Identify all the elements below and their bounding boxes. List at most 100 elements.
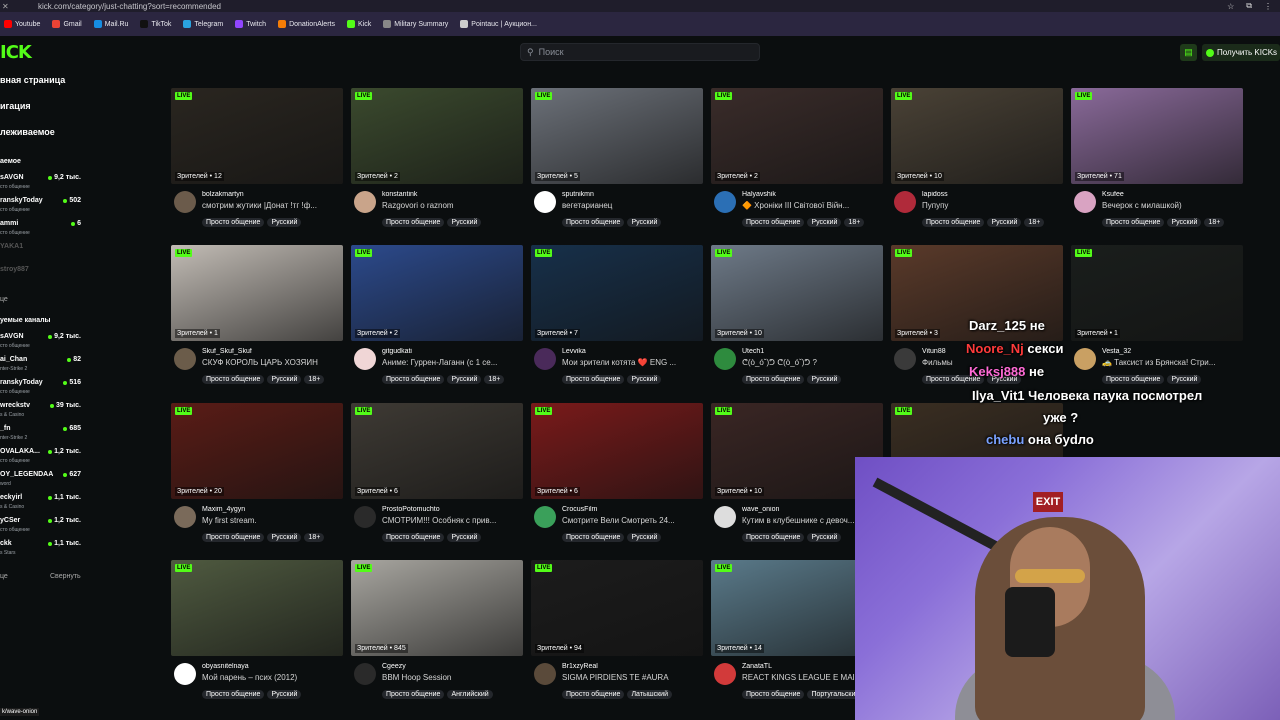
stream-card[interactable]: LIVE Зрителей • 6 CrocusFilm Смотрите Вели …: [531, 403, 703, 553]
avatar[interactable]: [534, 663, 556, 685]
avatar[interactable]: [534, 348, 556, 370]
stream-title[interactable]: My first stream.: [202, 516, 342, 525]
tag-pill[interactable]: Просто общение: [562, 690, 625, 699]
stream-card[interactable]: LIVE Зрителей • 5 sputnikmn вегетарианец Про…: [531, 88, 703, 238]
channel-name[interactable]: Halyavshik: [742, 191, 882, 198]
stream-card[interactable]: LIVE Зрителей • 71 Ksufee Вечерок с милашко…: [1071, 88, 1243, 238]
tag-pill[interactable]: Просто общение: [742, 218, 805, 227]
stream-card[interactable]: LIVE Зрителей • 6 ProstoPotomuchto СМОТРИМ!…: [351, 403, 523, 553]
search-input[interactable]: ⚲ Поиск: [520, 43, 760, 61]
tag-pill[interactable]: Русский: [267, 690, 302, 699]
bookmark-star-icon[interactable]: ☆: [1227, 2, 1234, 11]
avatar[interactable]: [714, 348, 736, 370]
stream-card[interactable]: LIVE Зрителей • 10 lapidoss Пупупу Просто об…: [891, 88, 1063, 238]
tag-pill[interactable]: Русский: [627, 218, 662, 227]
stream-title[interactable]: BBM Hoop Session: [382, 673, 522, 682]
tag-pill[interactable]: Русский: [1167, 375, 1202, 384]
tag-pill[interactable]: 18+: [1024, 218, 1045, 227]
tag-pill[interactable]: Просто общение: [742, 690, 805, 699]
bookmark-item[interactable]: TikTok: [140, 20, 171, 28]
sidebar-channel[interactable]: eckyirl s & Casino 1,1 тыс.: [0, 494, 84, 514]
bookmark-item[interactable]: Pointauc | Аукцион...: [460, 20, 537, 28]
tag-pill[interactable]: Латышский: [627, 690, 673, 699]
stream-thumbnail[interactable]: LIVE Зрителей • 10: [891, 88, 1063, 184]
avatar[interactable]: [714, 191, 736, 213]
channel-name[interactable]: Br1xzyReal: [562, 663, 702, 670]
tag-pill[interactable]: Русский: [267, 533, 302, 542]
tag-pill[interactable]: Русский: [627, 375, 662, 384]
stream-title[interactable]: СКУФ КОРОЛЬ ЦАРЬ ХОЗЯИН: [202, 358, 342, 367]
wallet-button[interactable]: ▤: [1180, 44, 1197, 61]
tag-pill[interactable]: 18+: [484, 375, 505, 384]
sidebar-channel[interactable]: _fn nter-Strike 2 685: [0, 425, 84, 445]
stream-card[interactable]: LIVE Зрителей • 2 gitgudkati Аниме: Гуррен-…: [351, 245, 523, 395]
tag-pill[interactable]: Русский: [447, 218, 482, 227]
stream-thumbnail[interactable]: LIVE Зрителей • 5: [531, 88, 703, 184]
channel-name[interactable]: konstantink: [382, 191, 522, 198]
tag-pill[interactable]: Просто общение: [382, 690, 445, 699]
avatar[interactable]: [354, 506, 376, 528]
sidebar-channel[interactable]: ammi сто общение 6: [0, 220, 84, 240]
recommended-show-more[interactable]: це: [0, 573, 8, 580]
tag-pill[interactable]: Просто общение: [382, 533, 445, 542]
stream-card[interactable]: LIVE Зрителей • 12 bolzakmartyn смотрим жут…: [171, 88, 343, 238]
stream-thumbnail[interactable]: LIVE Зрителей • 845: [351, 560, 523, 656]
stream-card[interactable]: LIVE Зрителей • 94 Br1xzyReal SIGMA PIRDIEN…: [531, 560, 703, 710]
stream-thumbnail[interactable]: LIVE Зрителей • 7: [531, 245, 703, 341]
tag-pill[interactable]: 18+: [304, 375, 325, 384]
avatar[interactable]: [714, 663, 736, 685]
stream-title[interactable]: Razgovori o raznom: [382, 201, 522, 210]
tag-pill[interactable]: Русский: [807, 375, 842, 384]
stream-thumbnail[interactable]: LIVE Зрителей • 94: [531, 560, 703, 656]
stream-card[interactable]: LIVE Зрителей • 10 Utech1 ᕦ(ò_óˇ)ᕤ ᕦ(ò_óˇ)ᕤ…: [711, 245, 883, 395]
stream-thumbnail[interactable]: LIVE Зрителей • 12: [171, 88, 343, 184]
tag-pill[interactable]: Русский: [267, 375, 302, 384]
stream-thumbnail[interactable]: LIVE Зрителей • 71: [1071, 88, 1243, 184]
bookmark-item[interactable]: Mail.Ru: [93, 20, 128, 28]
channel-name[interactable]: bolzakmartyn: [202, 191, 342, 198]
channel-name[interactable]: obyasnitelnaya: [202, 663, 342, 670]
tag-pill[interactable]: Просто общение: [742, 533, 805, 542]
stream-title[interactable]: СМОТРИМ!!! Особняк с прив...: [382, 516, 522, 525]
channel-name[interactable]: Maxim_4ygyn: [202, 506, 342, 513]
kick-logo[interactable]: ICK: [0, 42, 32, 63]
avatar[interactable]: [894, 348, 916, 370]
tag-pill[interactable]: Просто общение: [1102, 375, 1165, 384]
sidebar-channel[interactable]: ai_Chan nter-Strike 2 82: [0, 356, 84, 376]
stream-card[interactable]: LIVE Зрителей • 2 konstantink Razgovori o r…: [351, 88, 523, 238]
tag-pill[interactable]: Просто общение: [382, 375, 445, 384]
sidebar-channel[interactable]: ranskyToday сто общение 502: [0, 197, 84, 217]
stream-title[interactable]: 🚕 Таксист из Брянска! Стри...: [1102, 358, 1242, 367]
avatar[interactable]: [894, 191, 916, 213]
sidebar-nav-browse[interactable]: игация: [0, 101, 31, 111]
stream-title[interactable]: Мой парень – псих (2012): [202, 673, 342, 682]
browser-menu-icon[interactable]: ✕: [2, 2, 9, 11]
collapse-button[interactable]: Свернуть: [50, 573, 81, 580]
avatar[interactable]: [714, 506, 736, 528]
avatar[interactable]: [1074, 348, 1096, 370]
stream-title[interactable]: ᕦ(ò_óˇ)ᕤ ᕦ(ò_óˇ)ᕤ ?: [742, 358, 882, 367]
stream-thumbnail[interactable]: LIVE Зрителей • 6: [531, 403, 703, 499]
channel-name[interactable]: lapidoss: [922, 191, 1062, 198]
sidebar-channel[interactable]: wreckstv s & Casino 39 тыс.: [0, 402, 84, 422]
tag-pill[interactable]: Английский: [447, 690, 493, 699]
stream-card[interactable]: LIVE Зрителей • 2 Halyavshik 🔶 Хроніки III …: [711, 88, 883, 238]
avatar[interactable]: [174, 663, 196, 685]
avatar[interactable]: [534, 191, 556, 213]
bookmark-item[interactable]: Telegram: [183, 20, 223, 28]
address-field[interactable]: kick.com/category/just-chatting?sort=rec…: [38, 2, 221, 11]
stream-card[interactable]: LIVE obyasnitelnaya Мой парень – псих (201…: [171, 560, 343, 710]
channel-name[interactable]: Cgeezy: [382, 663, 522, 670]
tag-pill[interactable]: 18+: [844, 218, 865, 227]
channel-name[interactable]: Ksufee: [1102, 191, 1242, 198]
stream-title[interactable]: смотрим жутики |Донат !тг !ф...: [202, 201, 342, 210]
stream-title[interactable]: Аниме: Гуррен-Лаганн (с 1 се...: [382, 358, 522, 367]
stream-title[interactable]: вегетарианец: [562, 201, 702, 210]
channel-name[interactable]: sputnikmn: [562, 191, 702, 198]
avatar[interactable]: [174, 191, 196, 213]
channel-name[interactable]: gitgudkati: [382, 348, 522, 355]
sidebar-nav-home[interactable]: вная страница: [0, 75, 65, 85]
stream-card[interactable]: LIVE Зрителей • 845 Cgeezy BBM Hoop Session…: [351, 560, 523, 710]
get-kicks-button[interactable]: Получить KICKs: [1202, 44, 1280, 61]
stream-thumbnail[interactable]: LIVE Зрителей • 2: [711, 88, 883, 184]
